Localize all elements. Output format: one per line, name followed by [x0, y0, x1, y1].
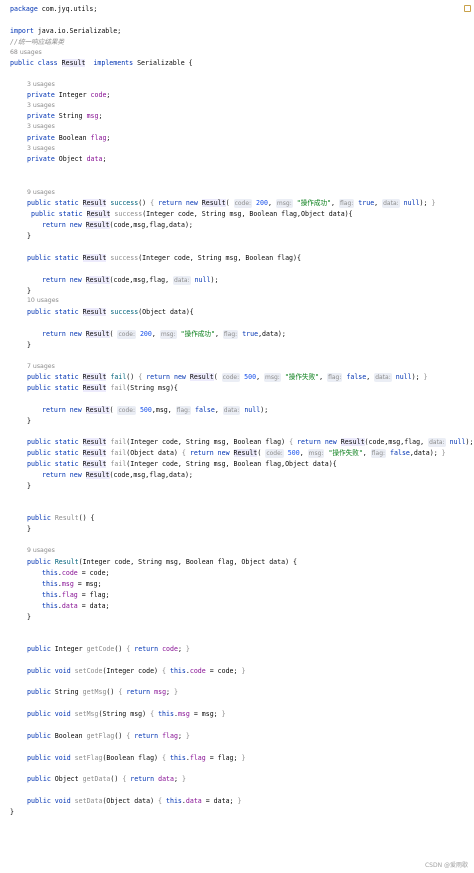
usage-hint[interactable]: 9 usages [27, 546, 474, 556]
watermark: CSDN @爱雨歇 [424, 862, 468, 869]
code-line[interactable]: public static Result success(Integer cod… [27, 253, 474, 263]
code-line[interactable]: public void setCode(Integer code) { this… [27, 666, 474, 676]
usage-hint[interactable]: 7 usages [27, 362, 474, 372]
code-line[interactable]: public static Result fail(Integer code, … [27, 459, 474, 469]
code-comment: //统一响应结果类 [10, 38, 65, 46]
usage-hint[interactable]: 3 usages [27, 122, 474, 132]
code-line[interactable]: return new Result(code,msg,flag,data); [42, 470, 474, 480]
code-line[interactable]: public static Result fail() { return new… [27, 372, 474, 382]
code-line[interactable]: this.code = code; [42, 568, 474, 578]
usage-hint[interactable]: 3 usages [27, 101, 474, 111]
code-line[interactable]: } [27, 612, 474, 622]
code-line[interactable]: } [27, 286, 474, 296]
usage-hint[interactable]: 3 usages [27, 80, 474, 90]
code-line[interactable]: public Boolean getFlag() { return flag; … [27, 731, 474, 741]
usage-hint[interactable]: 3 usages [27, 144, 474, 154]
code-line[interactable]: public String getMsg() { return msg; } [27, 687, 474, 697]
code-editor[interactable]: package com.jyq.utils; import java.io.Se… [0, 0, 474, 873]
usage-hint[interactable]: 68 usages [10, 48, 474, 58]
code-line[interactable]: private String msg; [27, 111, 474, 121]
code-line[interactable]: import java.io.Serializable; [10, 26, 474, 36]
code-line[interactable]: package com.jyq.utils; [10, 4, 474, 14]
code-line[interactable]: } [27, 340, 474, 350]
code-line[interactable]: this.flag = flag; [42, 590, 474, 600]
code-line[interactable]: return new Result( code: 500,msg, flag: … [42, 405, 474, 415]
code-line[interactable]: return new Result(code,msg,flag, data: n… [42, 275, 474, 285]
code-line[interactable]: this.data = data; [42, 601, 474, 611]
code-line[interactable]: public void setFlag(Boolean flag) { this… [27, 753, 474, 763]
code-line[interactable]: private Integer code; [27, 90, 474, 100]
code-line[interactable]: public static Result success() { return … [27, 198, 474, 208]
code-line[interactable]: } [27, 231, 474, 241]
code-line[interactable]: public void setData(Object data) { this.… [27, 796, 474, 806]
code-line[interactable]: public class Result implements Serializa… [10, 58, 474, 68]
code-line[interactable]: private Boolean flag; [27, 133, 474, 143]
code-line[interactable]: } [27, 416, 474, 426]
code-line[interactable]: public Object getData() { return data; } [27, 774, 474, 784]
code-line[interactable]: return new Result( code: 200, msg: "操作成功… [42, 329, 474, 339]
code-line[interactable]: } [10, 807, 474, 817]
code-line[interactable]: public static Result fail(Integer code, … [27, 437, 474, 447]
code-line[interactable]: } [27, 481, 474, 491]
code-line[interactable]: public Result() { [27, 513, 474, 523]
code-line[interactable]: public static Result fail(Object data) {… [27, 448, 474, 458]
code-line[interactable]: this.msg = msg; [42, 579, 474, 589]
code-line[interactable]: public static Result fail(String msg){ [27, 383, 474, 393]
code-line[interactable]: } [27, 524, 474, 534]
usage-hint[interactable]: 9 usages [27, 188, 474, 198]
code-line[interactable]: private Object data; [27, 154, 474, 164]
code-line[interactable]: public Result(Integer code, String msg, … [27, 557, 474, 567]
usage-hint[interactable]: 10 usages [27, 296, 474, 306]
code-line[interactable]: public void setMsg(String msg) { this.ms… [27, 709, 474, 719]
code-line[interactable]: public static Result success(Integer cod… [31, 209, 474, 219]
code-line[interactable]: return new Result(code,msg,flag,data); [42, 220, 474, 230]
code-line[interactable]: public static Result success(Object data… [27, 307, 474, 317]
code-line[interactable]: public Integer getCode() { return code; … [27, 644, 474, 654]
